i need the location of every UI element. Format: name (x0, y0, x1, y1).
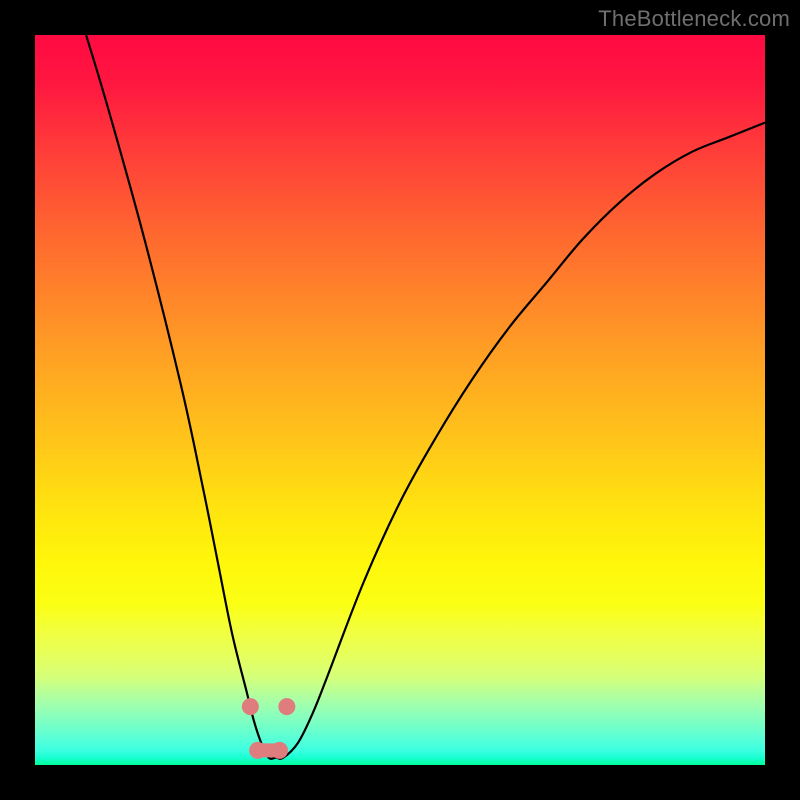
attribution-label: TheBottleneck.com (598, 6, 790, 32)
marker-dot (249, 742, 266, 759)
marker-dot (278, 698, 295, 715)
chart-container: TheBottleneck.com (0, 0, 800, 800)
bottleneck-curve (86, 35, 765, 759)
curve-svg (35, 35, 765, 765)
marker-group (242, 698, 296, 759)
marker-dot (242, 698, 259, 715)
plot-area (35, 35, 765, 765)
marker-dot (271, 742, 288, 759)
